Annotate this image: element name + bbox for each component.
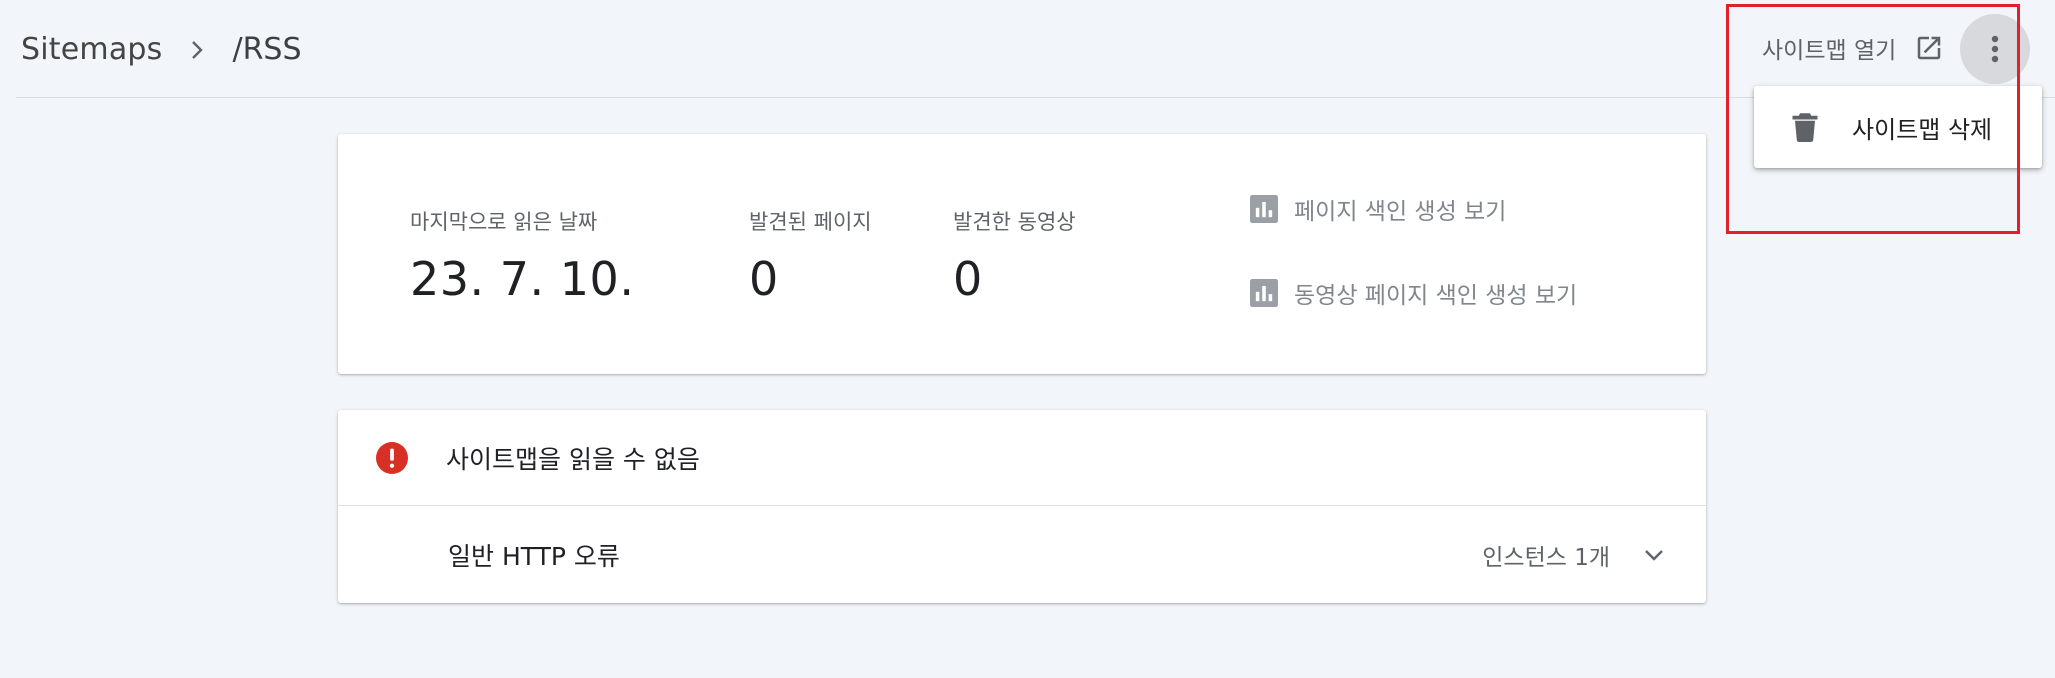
trash-icon	[1792, 112, 1818, 142]
sitemap-error-card: 사이트맵을 읽을 수 없음 일반 HTTP 오류 인스턴스 1개	[338, 410, 1706, 603]
stat-value: 0	[749, 252, 779, 306]
open-sitemap-label: 사이트맵 열기	[1762, 38, 1897, 64]
breadcrumb: Sitemaps /RSS	[21, 32, 302, 67]
bar-chart-icon	[1250, 195, 1278, 223]
open-in-new-icon	[1914, 33, 1944, 63]
delete-sitemap-menu-item[interactable]: 사이트맵 삭제	[1754, 86, 2042, 168]
issue-title: 일반 HTTP 오류	[448, 542, 620, 571]
open-sitemap-button[interactable]: 사이트맵 열기	[1762, 28, 1944, 68]
stat-value: 0	[953, 252, 983, 306]
stat-videos-found: 발견한 동영상 0	[953, 206, 1076, 306]
stat-label: 발견한 동영상	[953, 210, 1076, 234]
report-link-label: 동영상 페이지 색인 생성 보기	[1294, 283, 1578, 309]
stat-value: 23. 7. 10.	[410, 252, 635, 306]
chevron-down-icon[interactable]	[1644, 549, 1664, 561]
delete-sitemap-label: 사이트맵 삭제	[1852, 115, 1993, 144]
error-header: 사이트맵을 읽을 수 없음	[338, 410, 1706, 506]
more-vert-icon	[1991, 35, 1999, 63]
instance-count: 인스턴스 1개	[1482, 545, 1610, 571]
stat-label: 발견된 페이지	[749, 210, 872, 234]
chevron-right-icon	[190, 39, 204, 61]
more-options-button[interactable]	[1960, 14, 2030, 84]
breadcrumb-current: /RSS	[232, 32, 302, 67]
stat-label: 마지막으로 읽은 날짜	[410, 210, 598, 234]
error-icon	[376, 441, 408, 474]
stat-pages-found: 발견된 페이지 0	[749, 206, 872, 306]
sitemap-summary-card: 마지막으로 읽은 날짜 23. 7. 10. 발견된 페이지 0 발견한 동영상…	[338, 134, 1706, 374]
view-page-indexing-link[interactable]: 페이지 색인 생성 보기	[1250, 192, 1506, 226]
error-title: 사이트맵을 읽을 수 없음	[446, 444, 700, 474]
bar-chart-icon	[1250, 279, 1278, 307]
view-video-indexing-link[interactable]: 동영상 페이지 색인 생성 보기	[1250, 276, 1577, 310]
breadcrumb-sitemaps-link[interactable]: Sitemaps	[21, 32, 162, 67]
issue-row[interactable]: 일반 HTTP 오류 인스턴스 1개	[338, 507, 1706, 603]
report-link-label: 페이지 색인 생성 보기	[1294, 199, 1507, 225]
options-menu: 사이트맵 삭제	[1754, 86, 2042, 168]
top-bar: Sitemaps /RSS	[16, 0, 2055, 98]
stat-last-read: 마지막으로 읽은 날짜 23. 7. 10.	[410, 206, 634, 306]
